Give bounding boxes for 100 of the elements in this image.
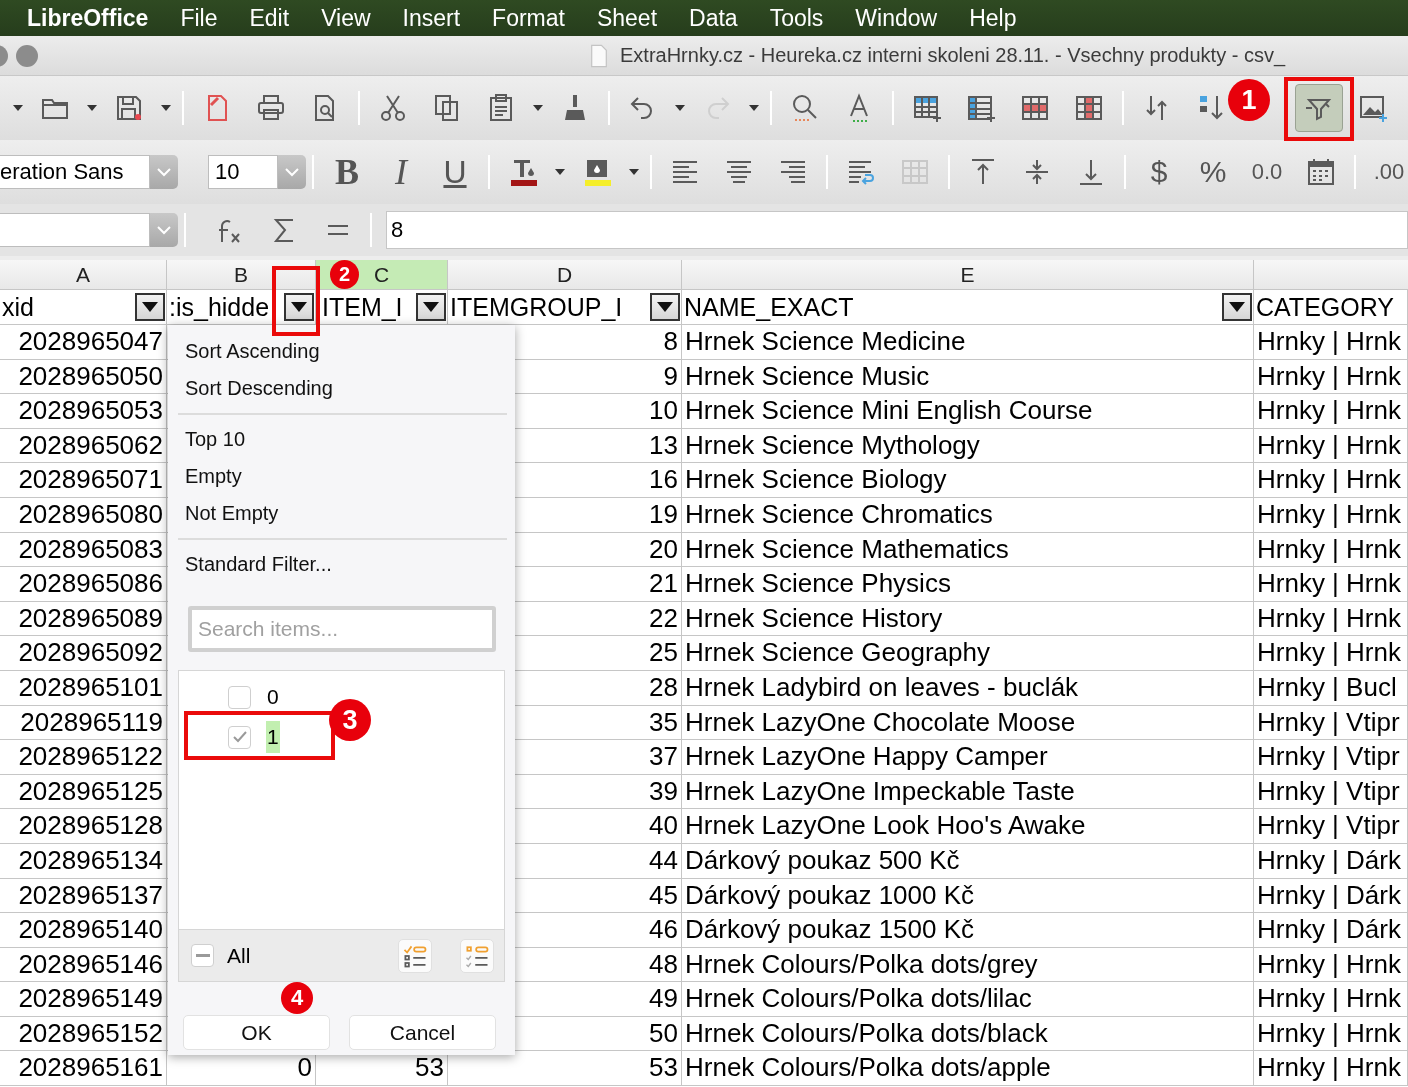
- table-cell: Hrnky | Bucl: [1254, 670, 1408, 706]
- add-decimal-button[interactable]: .00: [1362, 147, 1408, 197]
- all-checkbox[interactable]: [191, 944, 214, 967]
- search-field[interactable]: Search items...: [188, 606, 496, 652]
- formula-input[interactable]: 8: [386, 211, 1408, 249]
- bold-button[interactable]: B: [320, 147, 374, 197]
- value-label[interactable]: 1: [266, 721, 280, 753]
- menu-item[interactable]: File: [180, 4, 218, 32]
- column-header[interactable]: D: [448, 260, 682, 290]
- menu-item[interactable]: Insert: [402, 4, 461, 32]
- menu-item[interactable]: Sheet: [596, 4, 658, 32]
- menu-item[interactable]: Help: [969, 4, 1017, 32]
- table-cell: Dárkový poukaz 500 Kč: [682, 843, 1254, 879]
- table-cell: 2028965146: [0, 947, 167, 983]
- column-header[interactable]: A: [0, 260, 167, 290]
- table-cell: Hrnky | Hrnk: [1254, 947, 1408, 983]
- table-cell: Hrnek LazyOne Look Hoo's Awake: [682, 809, 1254, 844]
- minus-icon: [195, 953, 210, 958]
- window-title: ExtraHrnky.cz - Heureka.cz interni skoleni 28.11. - Vsechny produkty - csv_: [620, 44, 1286, 67]
- caret-icon: [1229, 302, 1245, 312]
- table-cell: Hrnek Science Music: [682, 359, 1254, 395]
- menu-item[interactable]: Top 10: [168, 421, 246, 458]
- checkbox[interactable]: [228, 685, 251, 709]
- table-cell: Hrnek Science Geography: [682, 636, 1254, 671]
- table-cell: Hrnky | Hrnk: [1254, 497, 1408, 533]
- menu-item[interactable]: Format: [492, 4, 565, 32]
- table-cell: 2028965050: [0, 359, 167, 395]
- table-cell: Hrnky | Hrnk: [1254, 1016, 1408, 1052]
- step-badge: 2: [330, 260, 359, 289]
- filter-dropdown-button[interactable]: [1222, 293, 1252, 321]
- table-cell: Hrnek Science Mythology: [682, 428, 1254, 464]
- menu-item[interactable]: View: [321, 4, 371, 32]
- caret-icon[interactable]: [161, 105, 171, 111]
- dialog-button[interactable]: Cancel: [349, 1015, 496, 1050]
- table-cell: 2028965119: [0, 705, 167, 741]
- caret-icon[interactable]: [675, 105, 685, 111]
- menu-item[interactable]: Edit: [249, 4, 290, 32]
- percent-button[interactable]: %: [1186, 147, 1240, 197]
- menu-item[interactable]: Not Empty: [168, 495, 279, 532]
- filter-dropdown-button[interactable]: [284, 293, 314, 321]
- table-cell: Hrnek Science Chromatics: [682, 497, 1254, 533]
- table-cell: 2028965134: [0, 843, 167, 879]
- deselect-all-button[interactable]: [460, 938, 495, 973]
- table-cell: 2028965152: [0, 1016, 167, 1052]
- table-cell: Hrnky | Hrnk: [1254, 532, 1408, 568]
- table-cell: Hrnek LazyOne Happy Camper: [682, 740, 1254, 775]
- table-cell: 2028965140: [0, 913, 167, 948]
- caret-icon[interactable]: [13, 105, 23, 111]
- filter-dropdown-button[interactable]: [416, 293, 446, 321]
- table-cell: Hrnek LazyOne Chocolate Moose: [682, 705, 1254, 741]
- autofilter-button[interactable]: [1295, 84, 1343, 132]
- table-cell: Dárkový poukaz 1500 Kč: [682, 913, 1254, 948]
- checkmark-icon: [231, 730, 248, 744]
- menu-item[interactable]: Window: [855, 4, 938, 32]
- caret-icon[interactable]: [629, 169, 639, 175]
- app-menu[interactable]: LibreOffice: [27, 4, 149, 32]
- filter-dropdown-button[interactable]: [135, 293, 165, 321]
- table-cell: Hrnek Colours/Polka dots/black: [682, 1016, 1254, 1052]
- select-all-button[interactable]: [398, 938, 433, 973]
- header-cell-text: ITEM_I: [321, 292, 403, 322]
- caret-icon[interactable]: [87, 105, 97, 111]
- name-box-field[interactable]: [0, 213, 178, 247]
- caret-icon[interactable]: [533, 105, 543, 111]
- menu-item[interactable]: Empty: [168, 458, 242, 495]
- currency-button[interactable]: $: [1132, 147, 1186, 197]
- filter-dropdown-button[interactable]: [650, 293, 680, 321]
- table-cell: Hrnky | Hrnk: [1254, 359, 1408, 395]
- window-control-button[interactable]: [16, 44, 38, 67]
- underline-button[interactable]: U: [428, 147, 482, 197]
- caret-icon[interactable]: [555, 169, 565, 175]
- table-cell: Hrnky | Dárk: [1254, 843, 1408, 879]
- table-cell: Hrnky | Hrnk: [1254, 567, 1408, 602]
- table-cell: Hrnek Colours/Polka dots/grey: [682, 947, 1254, 983]
- table-cell: Hrnky | Vtipr: [1254, 774, 1408, 810]
- menu-item[interactable]: Sort Ascending: [168, 333, 320, 370]
- value-label[interactable]: 0: [266, 681, 280, 713]
- menu-item[interactable]: Tools: [769, 4, 824, 32]
- table-cell: 2028965083: [0, 532, 167, 568]
- header-cell-text: NAME_EXACT: [683, 292, 854, 322]
- table-cell: Hrnek Ladybird on leaves - buclák: [682, 670, 1254, 706]
- caret-icon[interactable]: [749, 105, 759, 111]
- italic-button[interactable]: I: [374, 147, 428, 197]
- column-header[interactable]: B: [167, 260, 316, 290]
- table-cell: Hrnky | Vtipr: [1254, 809, 1408, 844]
- table-cell: 2028965137: [0, 878, 167, 914]
- table-cell: 2028965080: [0, 497, 167, 533]
- column-header[interactable]: 2 C: [316, 260, 448, 290]
- calendar-icon[interactable]: [1305, 156, 1337, 188]
- table-cell: 2028965089: [0, 601, 167, 637]
- checkbox[interactable]: [228, 725, 251, 749]
- decimal-format-button[interactable]: 0.0: [1240, 147, 1294, 197]
- header-cell-text: CATEGORY: [1255, 292, 1394, 322]
- table-cell: Hrnky | Hrnk: [1254, 463, 1408, 498]
- header-cell-text: xid: [1, 292, 34, 322]
- dialog-button[interactable]: OK: [183, 1015, 330, 1050]
- table-cell: 2028965071: [0, 463, 167, 498]
- column-header[interactable]: E: [682, 260, 1254, 290]
- menu-item[interactable]: Standard Filter...: [168, 546, 332, 583]
- menu-item[interactable]: Sort Descending: [168, 370, 333, 407]
- menu-item[interactable]: Data: [689, 4, 738, 32]
